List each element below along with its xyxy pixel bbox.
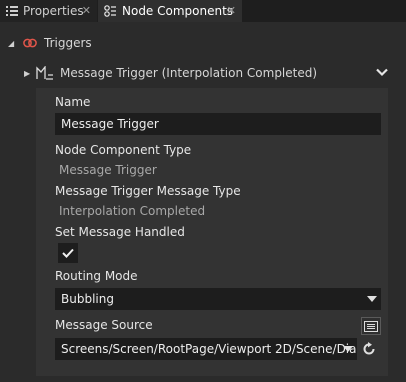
node-components-icon (104, 5, 116, 17)
checkmark-icon (62, 248, 74, 258)
triggers-category-row[interactable]: ◢ Triggers (8, 34, 92, 52)
dropdown-arrow-icon (367, 296, 377, 302)
tab-properties[interactable]: Properties ✕ (0, 0, 97, 22)
routing-mode-value: Bubbling (61, 292, 114, 306)
reset-button[interactable] (360, 340, 378, 358)
message-source-label: Message Source (55, 318, 153, 332)
name-label: Name (55, 95, 91, 109)
tab-properties-label: Properties (23, 4, 84, 18)
message-source-dropdown[interactable]: Screens/Screen/RootPage/Viewport 2D/Scen… (55, 338, 357, 360)
routing-mode-label: Routing Mode (55, 269, 138, 283)
message-trigger-row[interactable]: ▶ Message Trigger (Interpolation Complet… (24, 64, 317, 82)
routing-mode-dropdown[interactable]: Bubbling (55, 288, 381, 310)
message-type-value: Interpolation Completed (59, 204, 206, 218)
chevron-down-icon[interactable] (376, 68, 388, 77)
name-input[interactable]: Message Trigger (55, 113, 381, 135)
component-type-label: Node Component Type (55, 143, 192, 157)
tab-bar: Properties ✕ Node Components ✕ (0, 0, 406, 22)
component-type-value: Message Trigger (59, 163, 157, 177)
list-icon (6, 6, 18, 16)
close-icon[interactable]: ✕ (82, 4, 91, 17)
message-source-value: Screens/Screen/RootPage/Viewport 2D/Scen… (61, 342, 357, 356)
node-picker-icon (364, 320, 378, 332)
dropdown-arrow-icon (343, 346, 353, 352)
message-trigger-icon (36, 66, 53, 80)
caret-right-icon[interactable]: ▶ (24, 69, 34, 78)
message-trigger-label: Message Trigger (Interpolation Completed… (60, 66, 318, 80)
set-handled-label: Set Message Handled (55, 225, 185, 239)
close-icon[interactable]: ✕ (227, 4, 236, 17)
tab-node-components-label: Node Components (122, 4, 234, 18)
set-handled-checkbox[interactable] (58, 243, 78, 263)
trigger-icon (23, 38, 37, 48)
node-picker-button[interactable] (361, 317, 381, 335)
tab-node-components[interactable]: Node Components ✕ (98, 0, 242, 22)
reset-icon (363, 342, 375, 355)
triggers-category-label: Triggers (44, 36, 92, 50)
message-type-label: Message Trigger Message Type (55, 184, 241, 198)
caret-down-icon[interactable]: ◢ (8, 39, 18, 48)
